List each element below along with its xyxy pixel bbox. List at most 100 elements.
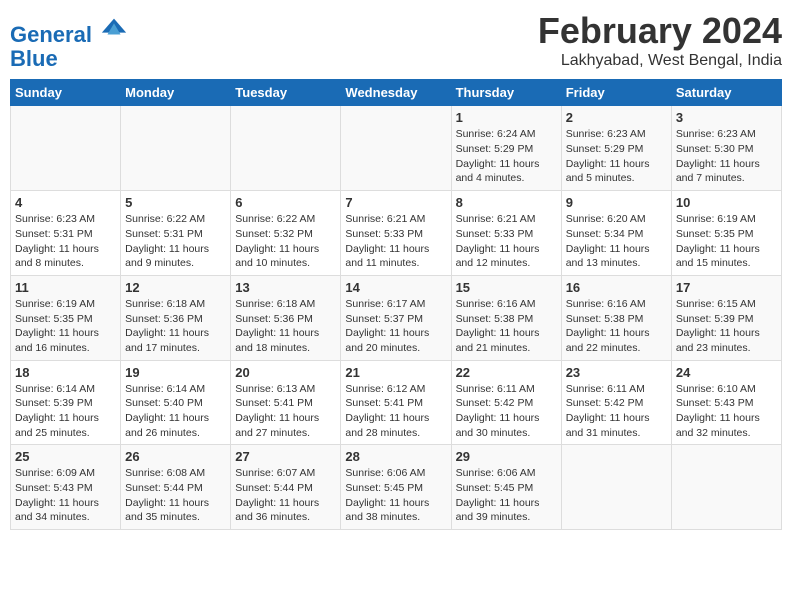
calendar-cell: 20 Sunrise: 6:13 AM Sunset: 5:41 PM Dayli… [231,360,341,445]
day-info: Sunrise: 6:09 AM Sunset: 5:43 PM Dayligh… [15,466,116,525]
weekday-header-friday: Friday [561,80,671,106]
logo-icon [100,14,128,42]
calendar-cell: 26 Sunrise: 6:08 AM Sunset: 5:44 PM Dayli… [121,445,231,530]
day-info: Sunrise: 6:18 AM Sunset: 5:36 PM Dayligh… [235,297,336,356]
calendar-week-3: 18 Sunrise: 6:14 AM Sunset: 5:39 PM Dayli… [11,360,782,445]
day-number: 23 [566,365,667,380]
day-info: Sunrise: 6:18 AM Sunset: 5:36 PM Dayligh… [125,297,226,356]
day-info: Sunrise: 6:13 AM Sunset: 5:41 PM Dayligh… [235,382,336,441]
calendar-week-0: 1 Sunrise: 6:24 AM Sunset: 5:29 PM Daylig… [11,106,782,191]
calendar-cell: 19 Sunrise: 6:14 AM Sunset: 5:40 PM Dayli… [121,360,231,445]
calendar-cell [561,445,671,530]
calendar-cell: 25 Sunrise: 6:09 AM Sunset: 5:43 PM Dayli… [11,445,121,530]
day-number: 28 [345,449,446,464]
day-info: Sunrise: 6:19 AM Sunset: 5:35 PM Dayligh… [15,297,116,356]
calendar-cell: 21 Sunrise: 6:12 AM Sunset: 5:41 PM Dayli… [341,360,451,445]
day-info: Sunrise: 6:23 AM Sunset: 5:29 PM Dayligh… [566,127,667,186]
weekday-header-wednesday: Wednesday [341,80,451,106]
day-number: 29 [456,449,557,464]
calendar-cell [341,106,451,191]
calendar-table: SundayMondayTuesdayWednesdayThursdayFrid… [10,79,782,530]
day-number: 5 [125,195,226,210]
day-number: 19 [125,365,226,380]
weekday-header-sunday: Sunday [11,80,121,106]
day-number: 10 [676,195,777,210]
day-info: Sunrise: 6:06 AM Sunset: 5:45 PM Dayligh… [456,466,557,525]
calendar-cell: 23 Sunrise: 6:11 AM Sunset: 5:42 PM Dayli… [561,360,671,445]
calendar-cell: 3 Sunrise: 6:23 AM Sunset: 5:30 PM Daylig… [671,106,781,191]
calendar-cell [121,106,231,191]
day-info: Sunrise: 6:15 AM Sunset: 5:39 PM Dayligh… [676,297,777,356]
logo-general: General [10,22,92,47]
day-info: Sunrise: 6:16 AM Sunset: 5:38 PM Dayligh… [566,297,667,356]
day-number: 24 [676,365,777,380]
day-number: 18 [15,365,116,380]
day-info: Sunrise: 6:21 AM Sunset: 5:33 PM Dayligh… [345,212,446,271]
calendar-cell: 8 Sunrise: 6:21 AM Sunset: 5:33 PM Daylig… [451,191,561,276]
weekday-header-thursday: Thursday [451,80,561,106]
day-info: Sunrise: 6:08 AM Sunset: 5:44 PM Dayligh… [125,466,226,525]
calendar-cell: 17 Sunrise: 6:15 AM Sunset: 5:39 PM Dayli… [671,275,781,360]
calendar-cell: 6Sunrise: 6:22 AM Sunset: 5:32 PM Daylig… [231,191,341,276]
page-header: General Blue February 2024 Lakhyabad, We… [10,10,782,71]
weekday-header-tuesday: Tuesday [231,80,341,106]
calendar-week-4: 25 Sunrise: 6:09 AM Sunset: 5:43 PM Dayli… [11,445,782,530]
calendar-cell [11,106,121,191]
day-info: Sunrise: 6:21 AM Sunset: 5:33 PM Dayligh… [456,212,557,271]
calendar-cell: 14 Sunrise: 6:17 AM Sunset: 5:37 PM Dayli… [341,275,451,360]
calendar-cell [671,445,781,530]
day-number: 26 [125,449,226,464]
day-number: 20 [235,365,336,380]
title-block: February 2024 Lakhyabad, West Bengal, In… [538,10,782,70]
day-number: 11 [15,280,116,295]
page-title: February 2024 [538,10,782,52]
day-number: 25 [15,449,116,464]
day-number: 16 [566,280,667,295]
day-number: 3 [676,110,777,125]
calendar-cell: 28 Sunrise: 6:06 AM Sunset: 5:45 PM Dayli… [341,445,451,530]
day-number: 17 [676,280,777,295]
calendar-cell: 22 Sunrise: 6:11 AM Sunset: 5:42 PM Dayli… [451,360,561,445]
calendar-cell: 18 Sunrise: 6:14 AM Sunset: 5:39 PM Dayli… [11,360,121,445]
day-info: Sunrise: 6:17 AM Sunset: 5:37 PM Dayligh… [345,297,446,356]
calendar-cell: 16 Sunrise: 6:16 AM Sunset: 5:38 PM Dayli… [561,275,671,360]
day-info: Sunrise: 6:22 AM Sunset: 5:31 PM Dayligh… [125,212,226,271]
day-info: Sunrise: 6:19 AM Sunset: 5:35 PM Dayligh… [676,212,777,271]
calendar-cell: 7Sunrise: 6:21 AM Sunset: 5:33 PM Daylig… [341,191,451,276]
calendar-cell: 27 Sunrise: 6:07 AM Sunset: 5:44 PM Dayli… [231,445,341,530]
logo-blue: Blue [10,47,128,71]
day-number: 2 [566,110,667,125]
calendar-cell: 5 Sunrise: 6:22 AM Sunset: 5:31 PM Daylig… [121,191,231,276]
day-info: Sunrise: 6:24 AM Sunset: 5:29 PM Dayligh… [456,127,557,186]
day-info: Sunrise: 6:14 AM Sunset: 5:39 PM Dayligh… [15,382,116,441]
day-info: Sunrise: 6:10 AM Sunset: 5:43 PM Dayligh… [676,382,777,441]
day-info: Sunrise: 6:22 AM Sunset: 5:32 PM Dayligh… [235,212,336,271]
calendar-cell: 10 Sunrise: 6:19 AM Sunset: 5:35 PM Dayli… [671,191,781,276]
calendar-week-1: 4Sunrise: 6:23 AM Sunset: 5:31 PM Daylig… [11,191,782,276]
day-number: 8 [456,195,557,210]
calendar-cell: 2 Sunrise: 6:23 AM Sunset: 5:29 PM Daylig… [561,106,671,191]
day-number: 1 [456,110,557,125]
day-number: 22 [456,365,557,380]
day-number: 15 [456,280,557,295]
day-info: Sunrise: 6:06 AM Sunset: 5:45 PM Dayligh… [345,466,446,525]
day-number: 14 [345,280,446,295]
day-info: Sunrise: 6:07 AM Sunset: 5:44 PM Dayligh… [235,466,336,525]
day-number: 27 [235,449,336,464]
page-subtitle: Lakhyabad, West Bengal, India [538,52,782,70]
calendar-cell: 4Sunrise: 6:23 AM Sunset: 5:31 PM Daylig… [11,191,121,276]
weekday-header-saturday: Saturday [671,80,781,106]
day-info: Sunrise: 6:12 AM Sunset: 5:41 PM Dayligh… [345,382,446,441]
day-info: Sunrise: 6:14 AM Sunset: 5:40 PM Dayligh… [125,382,226,441]
day-info: Sunrise: 6:11 AM Sunset: 5:42 PM Dayligh… [456,382,557,441]
calendar-cell: 24 Sunrise: 6:10 AM Sunset: 5:43 PM Dayli… [671,360,781,445]
calendar-cell: 12Sunrise: 6:18 AM Sunset: 5:36 PM Dayli… [121,275,231,360]
calendar-cell: 11 Sunrise: 6:19 AM Sunset: 5:35 PM Dayli… [11,275,121,360]
logo: General Blue [10,14,128,71]
calendar-cell: 15Sunrise: 6:16 AM Sunset: 5:38 PM Dayli… [451,275,561,360]
calendar-cell [231,106,341,191]
calendar-cell: 29 Sunrise: 6:06 AM Sunset: 5:45 PM Dayli… [451,445,561,530]
day-info: Sunrise: 6:11 AM Sunset: 5:42 PM Dayligh… [566,382,667,441]
day-number: 21 [345,365,446,380]
day-info: Sunrise: 6:23 AM Sunset: 5:30 PM Dayligh… [676,127,777,186]
